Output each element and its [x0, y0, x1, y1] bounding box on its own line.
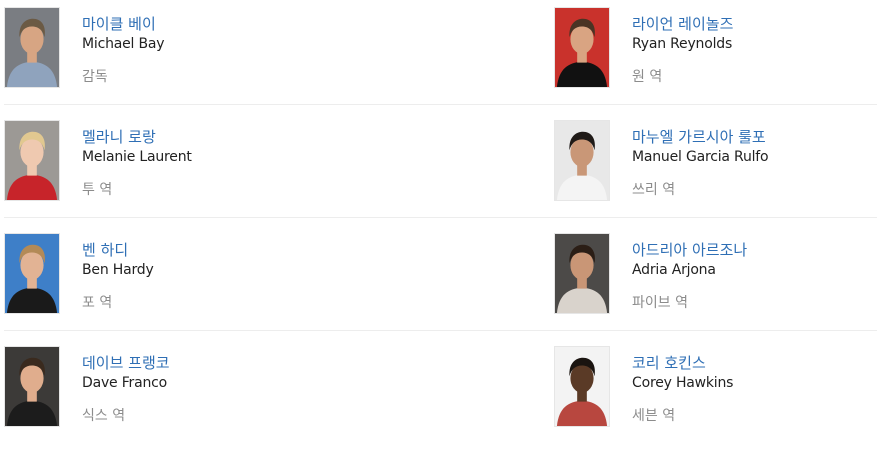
cast-name-english: Corey Hawkins	[632, 375, 734, 391]
cast-role: 감독	[82, 69, 108, 85]
portrait-image	[555, 121, 609, 200]
portrait-image	[5, 121, 59, 200]
cast-row: 멜라니 로랑 Melanie Laurent 투 역 마누엘 가르시아 룰포 Manu…	[4, 120, 877, 233]
ryan-reynolds-photo[interactable]	[554, 7, 610, 88]
cast-role: 파이브 역	[632, 295, 688, 311]
cast-name-korean-link[interactable]: 벤 하디	[82, 239, 128, 260]
corey-hawkins-photo[interactable]	[554, 346, 610, 427]
adria-arjona-photo[interactable]	[554, 233, 610, 314]
cast-name-english: Ryan Reynolds	[632, 36, 733, 52]
cast-name-korean-link[interactable]: 아드리아 아르조나	[632, 239, 747, 260]
row-divider	[4, 104, 877, 105]
cast-role: 포 역	[82, 295, 113, 311]
cast-card: 데이브 프랭코 Dave Franco 식스 역	[4, 346, 324, 428]
portrait-image	[5, 347, 59, 426]
cast-card: 마이클 베이 Michael Bay 감독	[4, 7, 324, 89]
row-divider	[4, 217, 877, 218]
cast-name-english: Michael Bay	[82, 36, 165, 52]
ben-hardy-photo[interactable]	[4, 233, 60, 314]
portrait-image	[555, 8, 609, 87]
cast-card: 벤 하디 Ben Hardy 포 역	[4, 233, 324, 315]
cast-row: 마이클 베이 Michael Bay 감독 라이언 레이놀즈 Ryan Reynold…	[4, 7, 877, 120]
cast-name-english: Adria Arjona	[632, 262, 716, 278]
cast-name-korean-link[interactable]: 데이브 프랭코	[82, 352, 170, 373]
cast-card: 코리 호킨스 Corey Hawkins 세븐 역	[554, 346, 874, 428]
cast-name-english: Dave Franco	[82, 375, 168, 391]
cast-name-korean-link[interactable]: 마누엘 가르시아 룰포	[632, 126, 766, 147]
michael-bay-photo[interactable]	[4, 7, 60, 88]
cast-role: 세븐 역	[632, 408, 676, 424]
cast-role: 쓰리 역	[632, 182, 676, 198]
portrait-image	[5, 8, 59, 87]
cast-row: 데이브 프랭코 Dave Franco 식스 역 코리 호킨스 Corey Hawki…	[4, 346, 877, 459]
cast-role: 원 역	[632, 69, 663, 85]
manuel-garcia-rulfo-photo[interactable]	[554, 120, 610, 201]
cast-name-korean-link[interactable]: 멜라니 로랑	[82, 126, 156, 147]
cast-name-english: Ben Hardy	[82, 262, 154, 278]
melanie-laurent-photo[interactable]	[4, 120, 60, 201]
cast-card: 아드리아 아르조나 Adria Arjona 파이브 역	[554, 233, 874, 315]
cast-role: 식스 역	[82, 408, 126, 424]
cast-row: 벤 하디 Ben Hardy 포 역 아드리아 아르조나 Adria Arjona 파이…	[4, 233, 877, 346]
dave-franco-photo[interactable]	[4, 346, 60, 427]
portrait-image	[5, 234, 59, 313]
cast-role: 투 역	[82, 182, 113, 198]
cast-card: 마누엘 가르시아 룰포 Manuel Garcia Rulfo 쓰리 역	[554, 120, 874, 202]
cast-grid: 마이클 베이 Michael Bay 감독 라이언 레이놀즈 Ryan Reynold…	[4, 7, 877, 459]
cast-name-korean-link[interactable]: 라이언 레이놀즈	[632, 13, 733, 34]
cast-name-korean-link[interactable]: 코리 호킨스	[632, 352, 706, 373]
portrait-image	[555, 234, 609, 313]
cast-card: 라이언 레이놀즈 Ryan Reynolds 원 역	[554, 7, 874, 89]
row-divider	[4, 330, 877, 331]
cast-name-english: Manuel Garcia Rulfo	[632, 149, 769, 165]
cast-name-korean-link[interactable]: 마이클 베이	[82, 13, 156, 34]
portrait-image	[555, 347, 609, 426]
cast-name-english: Melanie Laurent	[82, 149, 192, 165]
cast-card: 멜라니 로랑 Melanie Laurent 투 역	[4, 120, 324, 202]
